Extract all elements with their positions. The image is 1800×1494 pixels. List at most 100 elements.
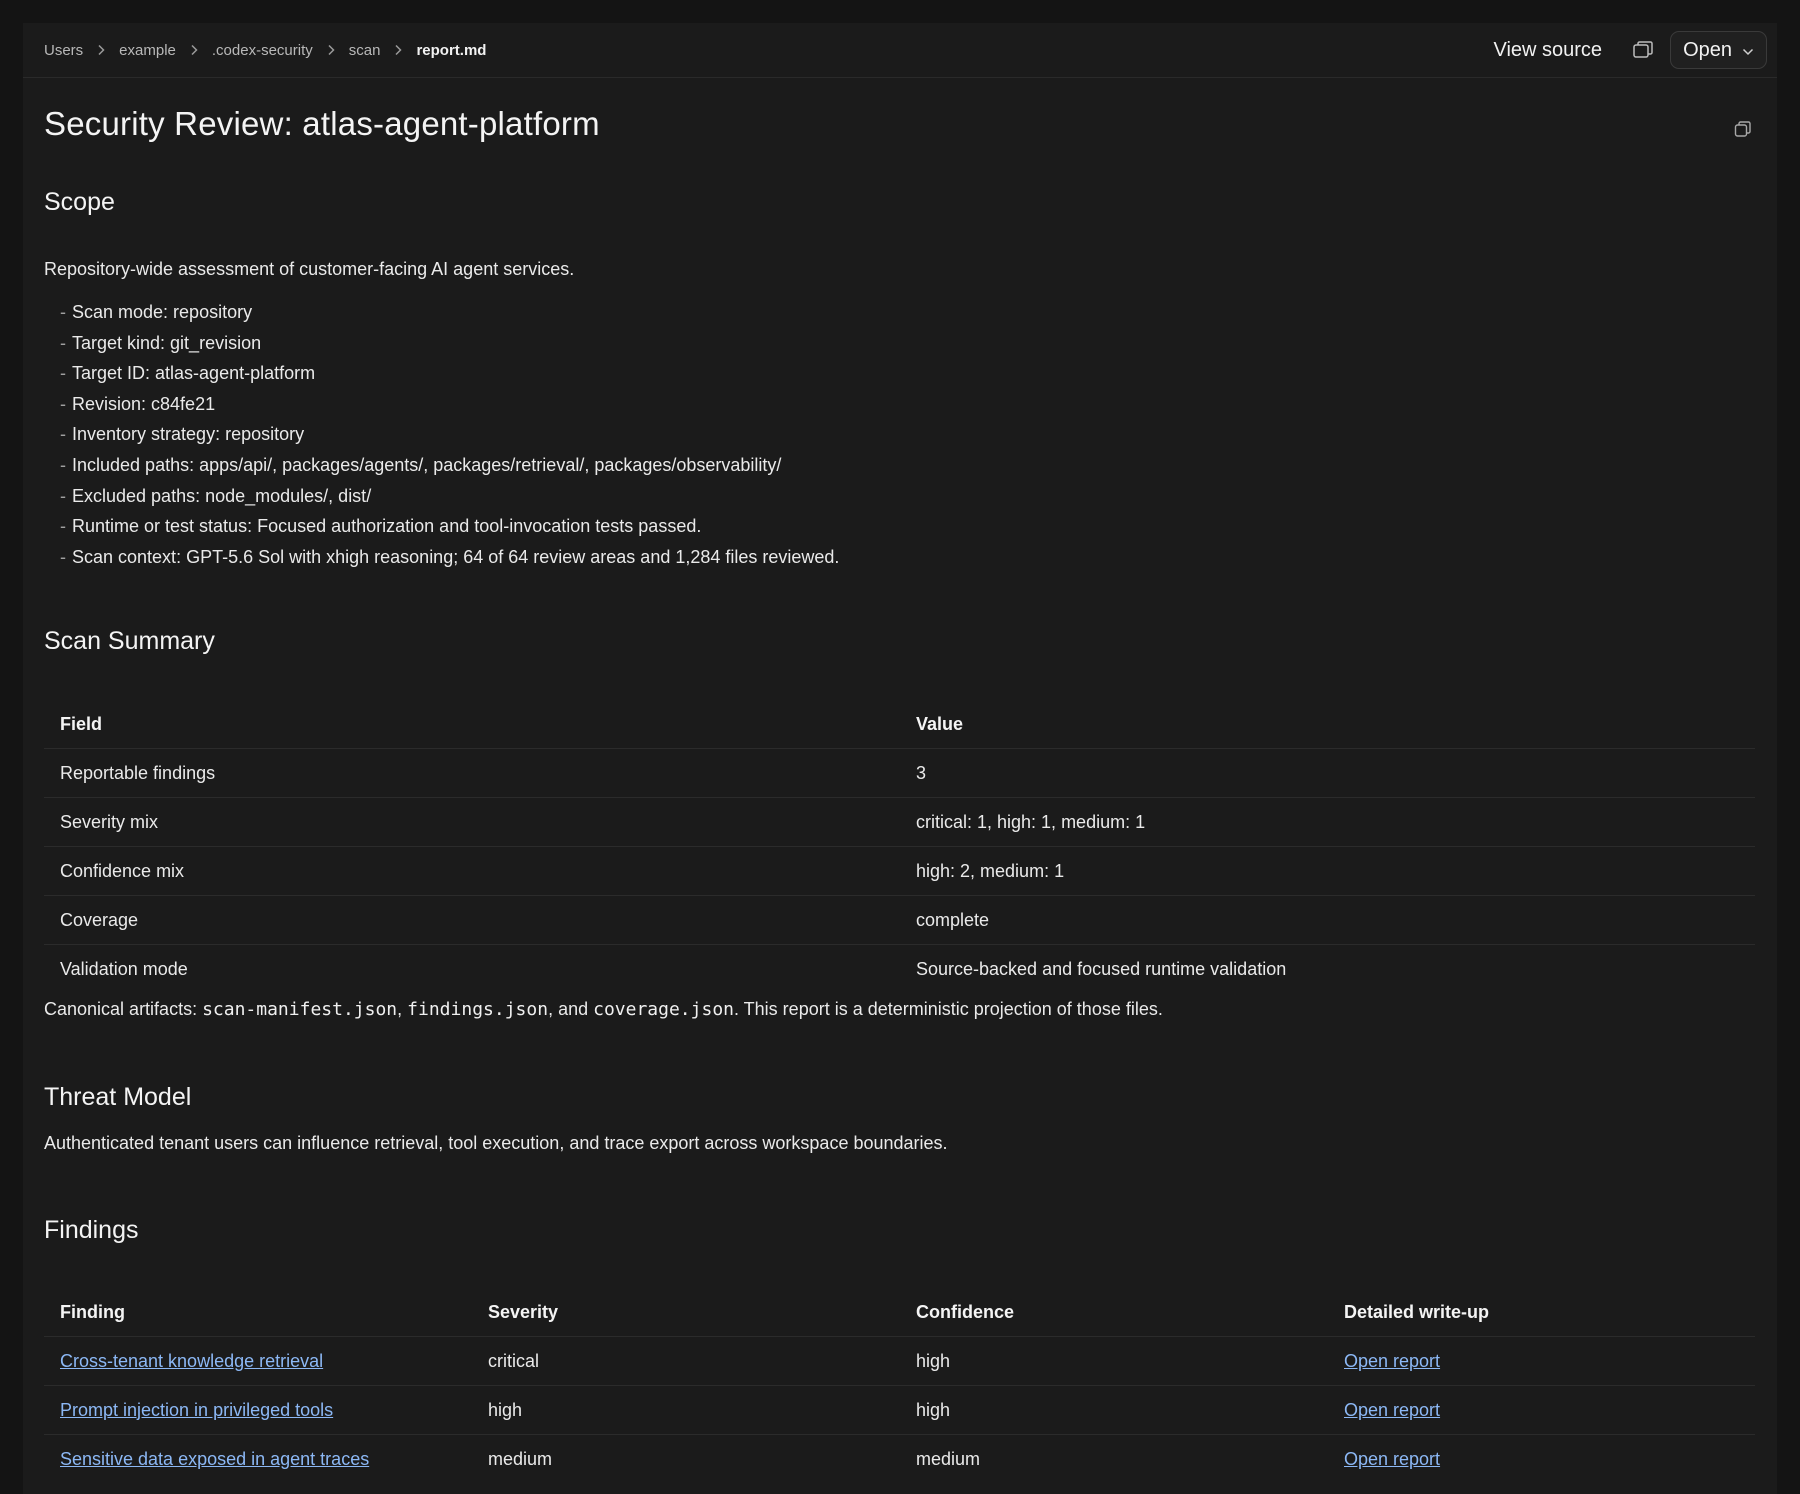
findings-heading: Findings (44, 1216, 139, 1244)
list-item-text: Excluded paths: node_modules/, dist/ (72, 485, 372, 506)
severity-cell: medium (472, 1434, 900, 1483)
page-title: Security Review: atlas-agent-platform (44, 105, 600, 142)
artifacts-prefix: Canonical artifacts: (44, 999, 203, 1019)
breadcrumb-users[interactable]: Users (44, 42, 83, 59)
breadcrumb-example[interactable]: example (119, 42, 176, 59)
breadcrumb-scan[interactable]: scan (349, 42, 381, 59)
list-item: - Target kind: git_revision (60, 328, 839, 359)
finding-link[interactable]: Sensitive data exposed in agent traces (60, 1449, 369, 1469)
finding-link[interactable]: Cross-tenant knowledge retrieval (60, 1351, 323, 1371)
writeup-cell: Open report (1328, 1385, 1755, 1435)
list-item: - Scan context: GPT-5.6 Sol with xhigh re… (60, 542, 839, 573)
table-cell: Source-backed and focused runtime valida… (900, 944, 1755, 993)
table-cell: 3 (900, 748, 1755, 798)
list-item: - Runtime or test status: Focused authori… (60, 511, 839, 542)
confidence-cell: high (900, 1385, 1328, 1435)
view-source-button[interactable]: View source (1479, 39, 1616, 62)
list-item-text: Revision: c84fe21 (72, 393, 216, 414)
list-item: - Target ID: atlas-agent-platform (60, 358, 839, 389)
table-row: Validation mode Source-backed and focuse… (44, 944, 1755, 993)
scan-summary-table: Field Value Reportable findings 3 Severi… (44, 700, 1755, 993)
table-cell: Severity mix (44, 797, 900, 847)
list-dash: - (60, 302, 66, 322)
open-report-link[interactable]: Open report (1344, 1400, 1440, 1420)
list-item-text: Runtime or test status: Focused authoriz… (72, 516, 702, 537)
table-cell: Validation mode (44, 944, 900, 993)
findings-table: Finding Severity Confidence Detailed wri… (44, 1288, 1755, 1483)
column-header-value: Value (916, 713, 964, 734)
canonical-artifacts-text: Canonical artifacts: scan-manifest.json,… (44, 999, 1163, 1020)
open-button[interactable]: Open (1670, 31, 1767, 69)
finding-cell: Sensitive data exposed in agent traces (44, 1434, 472, 1483)
threat-model-heading: Threat Model (44, 1083, 192, 1111)
open-report-link[interactable]: Open report (1344, 1351, 1440, 1371)
list-item: - Scan mode: repository (60, 297, 839, 328)
list-dash: - (60, 424, 66, 445)
top-bar: Users example .codex-security scan repor… (23, 23, 1777, 78)
open-report-link[interactable]: Open report (1344, 1449, 1440, 1469)
list-dash: - (60, 332, 66, 353)
list-item: - Inventory strategy: repository (60, 419, 839, 450)
table-cell: critical: 1, high: 1, medium: 1 (900, 797, 1755, 847)
artifacts-separator: , and (548, 999, 594, 1019)
list-dash: - (60, 393, 66, 414)
table-cell: high: 2, medium: 1 (900, 846, 1755, 896)
report-window: Users example .codex-security scan repor… (23, 23, 1777, 1494)
open-button-label: Open (1683, 38, 1732, 61)
confidence-cell: medium (900, 1434, 1328, 1483)
scope-heading: Scope (44, 188, 115, 216)
finding-cell: Cross-tenant knowledge retrieval (44, 1336, 472, 1386)
threat-model-text: Authenticated tenant users can influence… (44, 1133, 948, 1153)
breadcrumb: Users example .codex-security scan repor… (44, 23, 486, 77)
breadcrumb-codex-security[interactable]: .codex-security (212, 42, 313, 59)
list-dash: - (60, 546, 66, 567)
top-actions: View source Open (1479, 31, 1767, 69)
scope-list: - Scan mode: repository - Target kind: git… (60, 297, 839, 572)
list-item-text: Target ID: atlas-agent-platform (72, 363, 316, 384)
artifacts-suffix: . This report is a deterministic project… (734, 999, 1163, 1019)
column-header-finding: Finding (60, 1301, 125, 1322)
table-row: Cross-tenant knowledge retrieval critica… (44, 1336, 1755, 1386)
table-row: Sensitive data exposed in agent traces m… (44, 1434, 1755, 1483)
list-item-text: Scan mode: repository (72, 302, 253, 322)
column-header-confidence: Confidence (916, 1301, 1015, 1322)
list-item: - Excluded paths: node_modules/, dist/ (60, 481, 839, 512)
column-header-severity: Severity (488, 1301, 559, 1322)
severity-cell: critical (472, 1336, 900, 1386)
writeup-cell: Open report (1328, 1336, 1755, 1386)
chevron-right-icon (323, 44, 339, 56)
table-cell: complete (900, 895, 1755, 945)
artifacts-separator: , (397, 999, 408, 1019)
scope-intro: Repository-wide assessment of customer-f… (44, 259, 575, 279)
copy-icon[interactable] (1729, 115, 1757, 143)
table-header-row: Field Value (44, 700, 1755, 749)
list-dash: - (60, 516, 66, 537)
writeup-cell: Open report (1328, 1434, 1755, 1483)
table-cell: Coverage (44, 895, 900, 945)
table-cell: Confidence mix (44, 846, 900, 896)
confidence-cell: high (900, 1336, 1328, 1386)
finding-link[interactable]: Prompt injection in privileged tools (60, 1400, 333, 1420)
chevron-right-icon (93, 44, 109, 56)
list-item-text: Included paths: apps/api/, packages/agen… (72, 454, 782, 475)
artifact-file: findings.json (407, 999, 549, 1020)
chevron-right-icon (186, 44, 202, 56)
table-row: Coverage complete (44, 895, 1755, 945)
scan-summary-heading: Scan Summary (44, 627, 215, 655)
artifact-file: coverage.json (593, 999, 734, 1020)
list-item: - Included paths: apps/api/, packages/age… (60, 450, 839, 481)
table-row: Confidence mix high: 2, medium: 1 (44, 846, 1755, 896)
copy-icon[interactable] (1624, 31, 1662, 69)
list-item: - Revision: c84fe21 (60, 389, 839, 420)
list-item-text: Target kind: git_revision (72, 332, 262, 353)
table-row: Prompt injection in privileged tools hig… (44, 1385, 1755, 1435)
finding-cell: Prompt injection in privileged tools (44, 1385, 472, 1435)
table-row: Severity mix critical: 1, high: 1, mediu… (44, 797, 1755, 847)
list-dash: - (60, 454, 66, 475)
breadcrumb-report-md: report.md (416, 41, 487, 59)
chevron-right-icon (390, 44, 406, 56)
list-item-text: Scan context: GPT-5.6 Sol with xhigh rea… (72, 546, 840, 567)
table-cell: Reportable findings (44, 748, 900, 798)
table-header-row: Finding Severity Confidence Detailed wri… (44, 1288, 1755, 1337)
list-dash: - (60, 485, 66, 506)
